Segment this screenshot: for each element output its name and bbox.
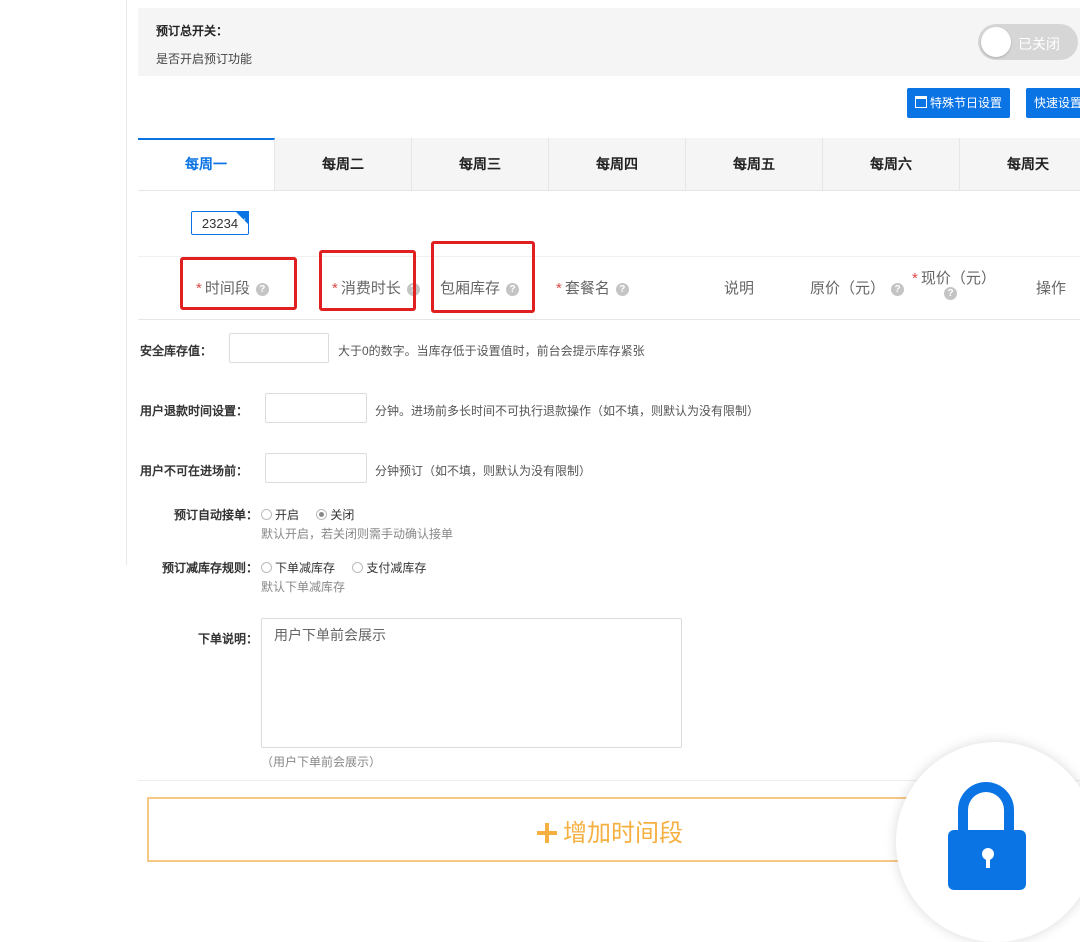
plus-icon <box>537 823 557 843</box>
col-package-name: * 套餐名? <box>556 277 629 298</box>
add-time-slot-label: 增加时间段 <box>563 820 683 847</box>
auto-accept-radios: 开启 关闭 <box>261 506 368 523</box>
main-content: 预订总开关： 是否开启预订功能 已关闭 特殊节日设置 快速设置 每周一 每周二 … <box>138 0 1080 862</box>
add-time-slot-content: 增加时间段 <box>537 813 683 848</box>
stock-rule-pay-label: 支付减库存 <box>366 561 427 575</box>
stock-rule-radios: 下单减库存 支付减库存 <box>261 559 440 576</box>
switch-title: 预订总开关： <box>156 24 229 38</box>
highlight-box-duration <box>319 250 416 311</box>
auto-accept-off-label: 关闭 <box>330 508 355 522</box>
tab-wednesday[interactable]: 每周三 <box>412 138 549 190</box>
lock-badge <box>896 742 1080 942</box>
col-operation: 操作 <box>1036 280 1067 297</box>
calendar-icon <box>915 96 927 108</box>
col-current-price-label: 现价（元） <box>920 270 996 287</box>
order-note-textarea[interactable]: 用户下单前会展示 <box>261 618 682 748</box>
lock-icon <box>948 830 1026 890</box>
col-original-price-label: 原价（元） <box>810 280 886 297</box>
check-icon: ✓ <box>239 216 247 226</box>
time-slot-chip[interactable]: 23234 ✓ <box>191 211 249 235</box>
safety-stock-label: 安全库存值： <box>140 344 213 358</box>
quick-setup-button[interactable]: 快速设置 <box>1026 88 1080 118</box>
col-package-name-label: 套餐名 <box>564 280 610 297</box>
stock-rule-label: 预订减库存规则： <box>162 561 259 575</box>
sidebar <box>0 0 127 565</box>
tab-monday[interactable]: 每周一 <box>138 138 275 190</box>
order-note-hint: （用户下单前会展示） <box>261 755 382 769</box>
safety-stock-input[interactable] <box>229 333 329 363</box>
refund-time-label: 用户退款时间设置： <box>140 404 249 418</box>
required-mark: * <box>912 270 918 287</box>
time-slot-chip-label: 23234 <box>201 216 239 231</box>
stock-rule-order-label: 下单减库存 <box>275 561 336 575</box>
weekday-tabs: 每周一 每周二 每周三 每周四 每周五 每周六 每周天 <box>138 138 1080 191</box>
booking-master-switch-panel: 预订总开关： 是否开启预订功能 已关闭 <box>138 8 1080 76</box>
refund-time-input[interactable] <box>265 393 367 423</box>
no-entry-before-hint: 分钟预订（如不填，则默认为没有限制） <box>375 464 592 478</box>
stock-rule-pay-radio[interactable] <box>352 562 364 573</box>
stock-rule-order-radio[interactable] <box>261 562 272 573</box>
switch-subtitle: 是否开启预订功能 <box>156 52 253 66</box>
required-mark: * <box>556 280 562 297</box>
toggle-status: 已关闭 <box>1018 36 1060 52</box>
tab-sunday[interactable]: 每周天 <box>960 138 1080 190</box>
stock-rule-hint: 默认下单减库存 <box>261 580 346 594</box>
auto-accept-on-radio[interactable] <box>261 509 272 520</box>
col-original-price: 原价（元）? <box>810 277 905 298</box>
auto-accept-off-radio[interactable] <box>316 509 328 520</box>
tab-thursday[interactable]: 每周四 <box>549 138 686 190</box>
order-note-placeholder: 用户下单前会展示 <box>274 627 386 643</box>
help-icon[interactable]: ? <box>944 287 957 300</box>
toggle-knob <box>981 27 1011 57</box>
tab-friday[interactable]: 每周五 <box>686 138 823 190</box>
tab-saturday[interactable]: 每周六 <box>823 138 960 190</box>
col-current-price: * 现价（元） <box>912 267 996 288</box>
help-icon[interactable]: ? <box>891 283 905 296</box>
auto-accept-hint: 默认开启，若关闭则需手动确认接单 <box>261 527 454 541</box>
safety-stock-hint: 大于0的数字。当库存低于设置值时，前台会提示库存紧张 <box>338 344 645 358</box>
keyhole-slot <box>986 856 990 868</box>
highlight-box-time-slot <box>180 257 297 310</box>
special-holiday-label: 特殊节日设置 <box>930 96 1003 110</box>
order-note-label: 下单说明： <box>198 632 259 646</box>
no-entry-before-input[interactable] <box>265 453 367 483</box>
no-entry-before-label: 用户不可在进场前： <box>140 464 249 478</box>
tab-tuesday[interactable]: 每周二 <box>275 138 412 190</box>
help-icon[interactable]: ? <box>615 283 629 296</box>
quick-setup-label: 快速设置 <box>1034 96 1080 110</box>
auto-accept-on-label: 开启 <box>275 508 300 522</box>
booking-toggle[interactable]: 已关闭 <box>978 24 1078 60</box>
refund-time-hint: 分钟。进场前多长时间不可执行退款操作（如不填，则默认为没有限制） <box>375 404 760 418</box>
highlight-box-room-stock <box>431 241 535 313</box>
col-description: 说明 <box>724 280 755 297</box>
auto-accept-label: 预订自动接单： <box>174 508 259 522</box>
special-holiday-button[interactable]: 特殊节日设置 <box>907 88 1011 118</box>
